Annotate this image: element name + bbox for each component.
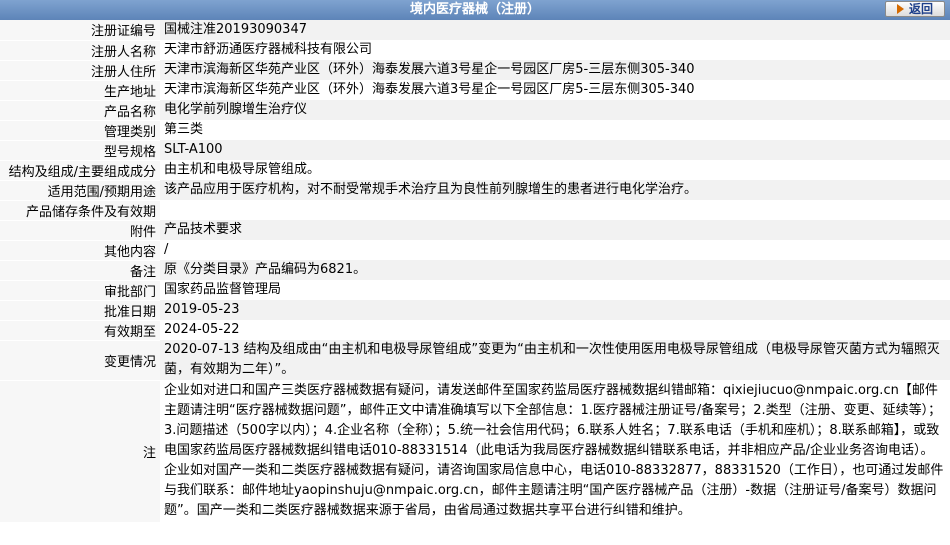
registration-detail-table: 注册证编号 国械注准20193090347 注册人名称 天津市舒沥通医疗器械科技…: [0, 20, 950, 523]
table-row: 变更情况 2020-07-13 结构及组成由“由主机和电极导尿管组成”变更为“由…: [0, 340, 950, 381]
field-label: 产品储存条件及有效期: [0, 200, 160, 221]
field-label: 注册人名称: [0, 40, 160, 61]
field-label: 注: [0, 380, 160, 523]
field-label: 注册人住所: [0, 60, 160, 81]
table-row: 生产地址 天津市滨海新区华苑产业区（环外）海泰发展六道3号星企一号园区厂房5-三…: [0, 80, 950, 101]
field-value: 天津市滨海新区华苑产业区（环外）海泰发展六道3号星企一号园区厂房5-三层东侧30…: [160, 60, 950, 80]
field-label: 有效期至: [0, 320, 160, 341]
field-label: 批准日期: [0, 300, 160, 321]
field-label: 适用范围/预期用途: [0, 180, 160, 201]
back-button-label: 返回: [908, 2, 933, 16]
field-label: 注册证编号: [0, 20, 160, 41]
page-header: 境内医疗器械（注册） 返回: [0, 0, 950, 20]
table-row: 适用范围/预期用途 该产品应用于医疗机构，对不耐受常规手术治疗且为良性前列腺增生…: [0, 180, 950, 201]
field-label: 型号规格: [0, 140, 160, 161]
field-label: 产品名称: [0, 100, 160, 121]
table-row: 其他内容 /: [0, 240, 950, 261]
table-row: 附件 产品技术要求: [0, 220, 950, 241]
table-row: 审批部门 国家药品监督管理局: [0, 280, 950, 301]
field-value: 国家药品监督管理局: [160, 280, 950, 300]
field-value: [160, 200, 950, 220]
field-label: 结构及组成/主要组成成分: [0, 160, 160, 181]
field-value: 天津市舒沥通医疗器械科技有限公司: [160, 40, 950, 60]
field-label: 附件: [0, 220, 160, 241]
table-row: 注 企业如对进口和国产三类医疗器械数据有疑问，请发送邮件至国家药监局医疗器械数据…: [0, 380, 950, 523]
table-row: 产品名称 电化学前列腺增生治疗仪: [0, 100, 950, 121]
field-value: 第三类: [160, 120, 950, 140]
table-row: 有效期至 2024-05-22: [0, 320, 950, 341]
note-value: 企业如对进口和国产三类医疗器械数据有疑问，请发送邮件至国家药监局医疗器械数据纠错…: [160, 380, 950, 522]
field-value: 该产品应用于医疗机构，对不耐受常规手术治疗且为良性前列腺增生的患者进行电化学治疗…: [160, 180, 950, 200]
table-row: 注册人名称 天津市舒沥通医疗器械科技有限公司: [0, 40, 950, 61]
field-value: 天津市滨海新区华苑产业区（环外）海泰发展六道3号星企一号园区厂房5-三层东侧30…: [160, 80, 950, 100]
field-value: 原《分类目录》产品编码为6821。: [160, 260, 950, 280]
field-value: 电化学前列腺增生治疗仪: [160, 100, 950, 120]
table-row: 产品储存条件及有效期: [0, 200, 950, 221]
field-value: /: [160, 240, 950, 260]
back-arrow-icon: [896, 4, 904, 14]
field-value: 由主机和电极导尿管组成。: [160, 160, 950, 180]
field-value: 2019-05-23: [160, 300, 950, 320]
field-value: 2024-05-22: [160, 320, 950, 340]
change-history-value: 2020-07-13 结构及组成由“由主机和电极导尿管组成”变更为“由主机和一次…: [160, 340, 950, 380]
field-label: 变更情况: [0, 340, 160, 381]
table-row: 管理类别 第三类: [0, 120, 950, 141]
table-row: 备注 原《分类目录》产品编码为6821。: [0, 260, 950, 281]
field-label: 备注: [0, 260, 160, 281]
page-title: 境内医疗器械（注册）: [409, 2, 540, 17]
back-button[interactable]: 返回: [885, 1, 945, 17]
table-row: 型号规格 SLT-A100: [0, 140, 950, 161]
field-label: 审批部门: [0, 280, 160, 301]
field-value: SLT-A100: [160, 140, 950, 160]
table-row: 注册证编号 国械注准20193090347: [0, 20, 950, 41]
table-row: 结构及组成/主要组成成分 由主机和电极导尿管组成。: [0, 160, 950, 181]
field-value: 国械注准20193090347: [160, 20, 950, 40]
table-row: 注册人住所 天津市滨海新区华苑产业区（环外）海泰发展六道3号星企一号园区厂房5-…: [0, 60, 950, 81]
field-label: 其他内容: [0, 240, 160, 261]
field-label: 生产地址: [0, 80, 160, 101]
field-label: 管理类别: [0, 120, 160, 141]
table-row: 批准日期 2019-05-23: [0, 300, 950, 321]
field-value: 产品技术要求: [160, 220, 950, 240]
